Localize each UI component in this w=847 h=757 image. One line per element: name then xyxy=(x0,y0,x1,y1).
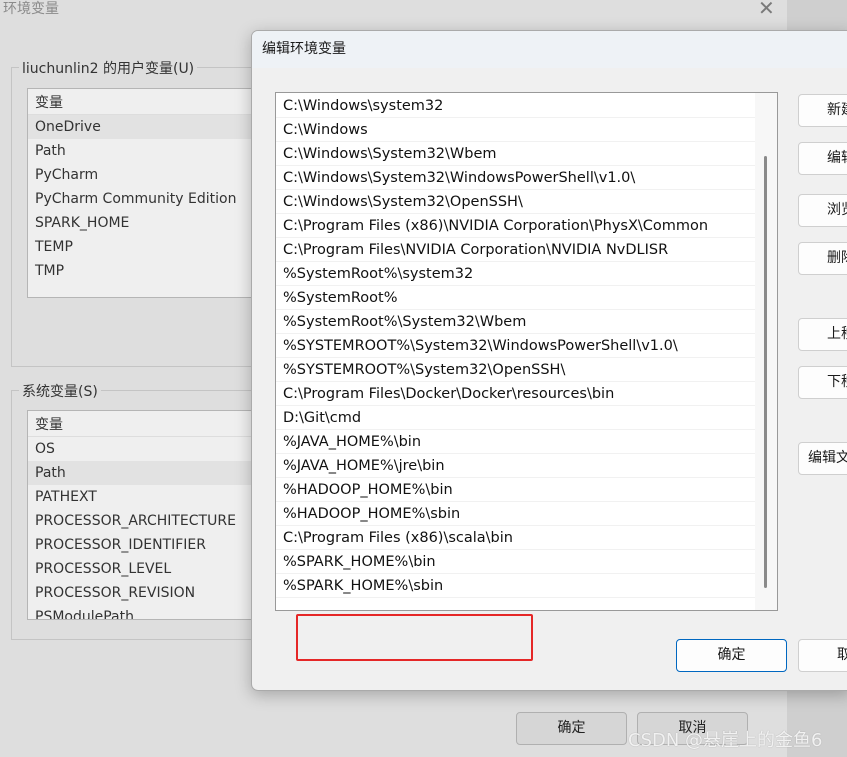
edit-environment-variable-dialog: 编辑环境变量 C:\Windows\system32 C:\Windows C:\W… xyxy=(251,30,847,691)
path-entry[interactable]: C:\Windows xyxy=(276,118,756,142)
path-entry[interactable]: %HADOOP_HOME%\bin xyxy=(276,478,756,502)
path-entry[interactable]: C:\Program Files\NVIDIA Corporation\NVID… xyxy=(276,238,756,262)
watermark: CSDN @悬崖上的金鱼6 xyxy=(628,730,823,751)
scrollbar-thumb[interactable] xyxy=(764,156,767,588)
list-item[interactable]: PROCESSOR_LEVEL xyxy=(28,557,254,581)
dialog-cancel-button[interactable]: 取消 xyxy=(798,639,847,672)
list-item[interactable]: PATHEXT xyxy=(28,485,254,509)
column-header-variable[interactable]: 变量 xyxy=(28,89,254,115)
list-item[interactable]: PROCESSOR_ARCHITECTURE xyxy=(28,509,254,533)
path-entry[interactable]: %SYSTEMROOT%\System32\OpenSSH\ xyxy=(276,358,756,382)
edit-text-button[interactable]: 编辑文本 xyxy=(798,442,847,475)
ok-button[interactable]: 确定 xyxy=(516,712,627,745)
highlight-box xyxy=(296,614,533,661)
path-entry[interactable]: %JAVA_HOME%\bin xyxy=(276,430,756,454)
path-entry[interactable]: %SPARK_HOME%\sbin xyxy=(276,574,756,598)
list-item[interactable]: PSModulePath xyxy=(28,605,254,619)
edit-button[interactable]: 编辑 xyxy=(798,142,847,175)
delete-button[interactable]: 删除 xyxy=(798,242,847,275)
list-item[interactable]: TEMP xyxy=(28,235,254,259)
path-entry[interactable]: %SystemRoot%\system32 xyxy=(276,262,756,286)
list-item[interactable]: Path xyxy=(28,461,254,485)
path-list[interactable]: C:\Windows\system32 C:\Windows C:\Windows\… xyxy=(275,92,778,661)
scrollbar[interactable] xyxy=(755,93,777,610)
close-icon[interactable]: ✕ xyxy=(758,0,775,20)
path-entry[interactable]: C:\Windows\System32\WindowsPowerShell\v1… xyxy=(276,166,756,190)
list-item[interactable]: PyCharm xyxy=(28,163,254,187)
path-entry[interactable]: C:\Program Files (x86)\scala\bin xyxy=(276,526,756,550)
path-entry[interactable]: C:\Program Files\Docker\Docker\resources… xyxy=(276,382,756,406)
list-item[interactable]: TMP xyxy=(28,259,254,283)
move-up-button[interactable]: 上移 xyxy=(798,318,847,351)
path-entry[interactable]: C:\Program Files (x86)\NVIDIA Corporatio… xyxy=(276,214,756,238)
column-header-variable[interactable]: 变量 xyxy=(28,411,254,437)
list-item[interactable]: PROCESSOR_REVISION xyxy=(28,581,254,605)
path-entry[interactable]: %SPARK_HOME%\bin xyxy=(276,550,756,574)
list-item[interactable]: SPARK_HOME xyxy=(28,211,254,235)
path-entry[interactable]: %SystemRoot%\System32\Wbem xyxy=(276,310,756,334)
browse-button[interactable]: 浏览 xyxy=(798,194,847,227)
new-button[interactable]: 新建 xyxy=(798,94,847,127)
path-entry[interactable]: %JAVA_HOME%\jre\bin xyxy=(276,454,756,478)
path-entry[interactable]: C:\Windows\System32\Wbem xyxy=(276,142,756,166)
path-entry[interactable]: %SYSTEMROOT%\System32\WindowsPowerShell\… xyxy=(276,334,756,358)
path-entry[interactable]: %HADOOP_HOME%\sbin xyxy=(276,502,756,526)
system-variables-list[interactable]: 变量 OS Path PATHEXT PROCESSOR_ARCHITECTURE PR… xyxy=(27,410,255,620)
list-item[interactable]: PyCharm Community Edition xyxy=(28,187,254,211)
dialog-ok-button[interactable]: 确定 xyxy=(676,639,787,672)
path-entry[interactable]: C:\Windows\system32 xyxy=(276,94,756,118)
path-entry[interactable]: D:\Git\cmd xyxy=(276,406,756,430)
list-item[interactable]: OS xyxy=(28,437,254,461)
list-item[interactable]: OneDrive xyxy=(28,115,254,139)
window-title: 环境变量 xyxy=(3,1,59,17)
move-down-button[interactable]: 下移 xyxy=(798,366,847,399)
system-variables-label: 系统变量(S) xyxy=(19,381,101,401)
dialog-title: 编辑环境变量 xyxy=(252,31,847,68)
list-item[interactable]: PROCESSOR_IDENTIFIER xyxy=(28,533,254,557)
user-variables-label: liuchunlin2 的用户变量(U) xyxy=(19,58,198,78)
list-item[interactable]: Path xyxy=(28,139,254,163)
path-entry[interactable]: C:\Windows\System32\OpenSSH\ xyxy=(276,190,756,214)
user-variables-list[interactable]: 变量 OneDrive Path PyCharm PyCharm Community … xyxy=(27,88,255,298)
path-entry[interactable]: %SystemRoot% xyxy=(276,286,756,310)
